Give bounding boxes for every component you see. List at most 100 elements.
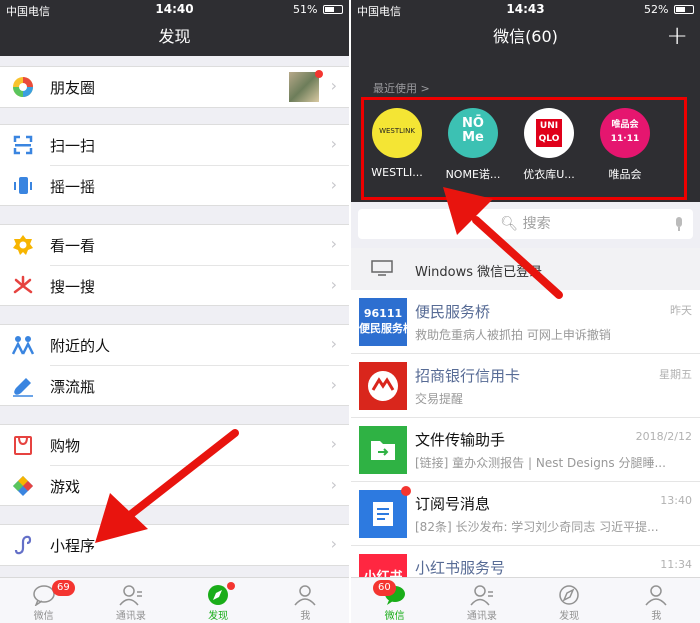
chat-preview: 救助危重病人被抓拍 可网上申诉撤销 <box>415 328 611 342</box>
drift-bottle-icon <box>13 378 33 397</box>
chat-name: 订阅号消息 <box>415 495 491 513</box>
chevron-right-icon: › <box>330 475 337 494</box>
scan-group: 扫一扫 › 摇一摇 › <box>0 124 349 206</box>
menu-label: 扫一扫 <box>50 137 96 155</box>
chevron-right-icon: › <box>330 534 337 553</box>
status-bar: 中国电信 14:43 52% <box>351 0 700 20</box>
menu-label: 游戏 <box>50 478 81 496</box>
menu-label: 看一看 <box>50 237 96 255</box>
moments-red-dot <box>315 70 323 78</box>
tab-discover[interactable]: 发现 <box>526 578 613 623</box>
nearby-group: 附近的人 › 漂流瓶 › <box>0 324 349 406</box>
tab-label: 我 <box>651 611 662 622</box>
folder-icon <box>371 441 395 460</box>
chat-row[interactable]: 订阅号消息 [82条] 长沙发布: 学习刘少奇同志 习近平提... 13:40 <box>351 482 700 546</box>
windows-notice-text: Windows 微信已登录 <box>415 265 543 280</box>
unread-badge: 60 <box>373 580 396 596</box>
shake-icon <box>14 177 32 194</box>
chat-row[interactable]: 招商银行信用卡 交易提醒 星期五 <box>351 354 700 418</box>
menu-label: 购物 <box>50 437 81 455</box>
tab-contacts[interactable]: 通讯录 <box>87 578 174 623</box>
menu-item-shopping[interactable]: 购物 › <box>0 425 349 465</box>
chat-time: 13:40 <box>660 494 692 507</box>
chat-row[interactable]: 文件传输助手 [链接] 童办众测报告 | Nest Designs 分腿睡...… <box>351 418 700 482</box>
tab-me[interactable]: 我 <box>613 578 700 623</box>
avatar <box>359 362 407 410</box>
battery-percent: 51% <box>293 3 318 16</box>
nav-bar: 发现 <box>0 20 349 56</box>
page-title: 微信(60) <box>493 27 558 46</box>
moments-icon <box>13 77 33 97</box>
top-stories-icon <box>13 235 33 255</box>
chat-name: 招商银行信用卡 <box>415 367 521 385</box>
menu-item-mini-programs[interactable]: 小程序 › <box>0 525 349 565</box>
red-highlight-box <box>361 97 687 200</box>
microphone-icon[interactable] <box>675 217 683 231</box>
avatar <box>359 490 407 538</box>
scan-icon <box>13 135 33 155</box>
contacts-icon <box>470 585 493 606</box>
chevron-right-icon: › <box>330 175 337 194</box>
recent-title[interactable]: 最近使用 > <box>373 80 430 96</box>
moments-group: 朋友圈 › <box>0 66 349 108</box>
menu-item-drift-bottle[interactable]: 漂流瓶 › <box>13 365 349 405</box>
tab-label: 微信 <box>384 611 405 622</box>
tab-label: 发现 <box>559 611 580 622</box>
chevron-right-icon: › <box>330 234 337 253</box>
menu-item-games[interactable]: 游戏 › <box>13 465 349 505</box>
chat-preview: 交易提醒 <box>415 392 464 406</box>
tab-discover[interactable]: 发现 <box>175 578 262 623</box>
chevron-right-icon: › <box>330 434 337 453</box>
menu-item-moments[interactable]: 朋友圈 › <box>0 67 349 107</box>
unread-badge: 69 <box>52 580 75 596</box>
avatar <box>359 426 407 474</box>
person-icon <box>645 585 667 606</box>
person-icon <box>294 585 316 606</box>
menu-item-top-stories[interactable]: 看一看 › <box>0 225 349 265</box>
tab-me[interactable]: 我 <box>262 578 349 623</box>
discover-red-dot <box>226 582 235 590</box>
search-placeholder: 搜索 <box>522 216 551 232</box>
menu-label: 朋友圈 <box>50 79 96 97</box>
recent-mini-programs: 最近使用 > WESTLINK WESTLI... NŌ Me NOME诺...… <box>351 56 700 202</box>
tab-label: 通讯录 <box>466 611 497 622</box>
search-feature-icon <box>13 275 33 294</box>
mini-program-group: 小程序 › <box>0 524 349 566</box>
shopping-group: 购物 › 游戏 › <box>0 424 349 506</box>
tab-bar: 微信 69 通讯录 发现 我 <box>0 577 349 623</box>
menu-item-people-nearby[interactable]: 附近的人 › <box>0 325 349 365</box>
chevron-right-icon: › <box>330 134 337 153</box>
battery-percent: 52% <box>644 3 669 16</box>
chat-name: 小红书服务号 <box>415 559 506 577</box>
chat-preview: [82条] 长沙发布: 学习刘少奇同志 习近平提... <box>415 520 659 534</box>
chat-row[interactable]: 96111 便民服务桥 便民服务桥 救助危重病人被抓拍 可网上申诉撤销 昨天 <box>351 290 700 354</box>
chat-time: 星期五 <box>659 368 692 381</box>
status-bar: 中国电信 14:40 51% <box>0 0 349 20</box>
chat-time: 11:34 <box>660 558 692 571</box>
compass-icon <box>559 585 579 605</box>
menu-item-shake[interactable]: 摇一摇 › <box>14 165 349 205</box>
menu-item-scan[interactable]: 扫一扫 › <box>0 125 349 165</box>
add-icon[interactable]: + <box>666 20 688 52</box>
battery-icon <box>323 5 343 14</box>
menu-label: 附近的人 <box>50 337 111 355</box>
subscription-icon <box>373 502 393 526</box>
menu-label: 摇一摇 <box>50 178 96 196</box>
tab-label: 微信 <box>33 611 54 622</box>
windows-login-notice[interactable]: Windows 微信已登录 <box>351 248 700 290</box>
tab-chats[interactable]: 微信 60 <box>351 578 438 623</box>
nav-bar: 微信(60) + <box>351 20 700 56</box>
contacts-icon <box>119 585 142 606</box>
chat-name: 文件传输助手 <box>415 431 506 449</box>
tab-label: 我 <box>300 611 311 622</box>
chevron-right-icon: › <box>330 375 337 394</box>
tab-chats[interactable]: 微信 69 <box>0 578 87 623</box>
menu-item-search[interactable]: 搜一搜 › <box>13 265 349 305</box>
discover-screen: 中国电信 14:40 51% 发现 朋友圈 › 扫一扫 › 摇一摇 › 看一看 … <box>0 0 349 623</box>
search-icon: 🔍︎ <box>500 216 519 232</box>
menu-label: 搜一搜 <box>50 278 96 296</box>
search-bar[interactable]: 🔍︎ 搜索 <box>358 209 693 239</box>
tab-contacts[interactable]: 通讯录 <box>438 578 525 623</box>
tab-label: 通讯录 <box>115 611 146 622</box>
chat-time: 2018/2/12 <box>635 430 692 443</box>
